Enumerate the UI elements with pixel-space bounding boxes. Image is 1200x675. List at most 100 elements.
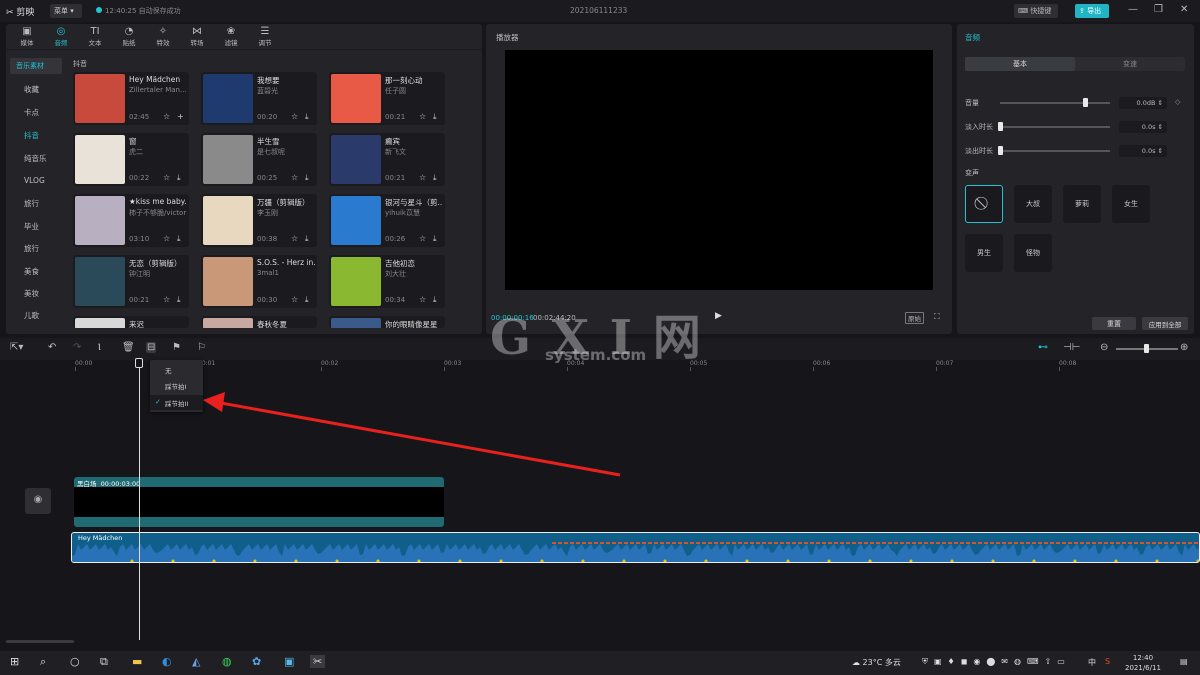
music-card[interactable]: 那一刻心动 任子圆 00:21 ☆ ⤓ bbox=[329, 72, 445, 125]
shortcut-button[interactable]: ⌨ 快捷键 bbox=[1014, 4, 1058, 18]
sidebar-item[interactable]: 音乐素材 bbox=[10, 58, 62, 74]
auto-beat-icon[interactable]: ⊟ bbox=[146, 342, 157, 353]
browser-icon[interactable]: ◐ bbox=[162, 655, 172, 668]
music-card[interactable]: 无恋（剪辑版） 钟江明 00:21 ☆ ⤓ bbox=[73, 255, 189, 308]
timeline-scrollbar[interactable] bbox=[6, 640, 74, 643]
undo-icon[interactable]: ↶ bbox=[48, 342, 56, 353]
app-icon[interactable]: ◭ bbox=[192, 655, 200, 668]
favorite-icon[interactable]: ☆ bbox=[419, 112, 426, 121]
voice-uncle-button[interactable]: 大叔 bbox=[1014, 185, 1052, 223]
image-app-icon[interactable]: ▣ bbox=[284, 655, 294, 668]
download-icon[interactable]: ⤓ bbox=[433, 112, 437, 122]
link-icon[interactable]: ⊣⊢ bbox=[1063, 342, 1080, 353]
download-icon[interactable]: ⤓ bbox=[177, 173, 181, 183]
music-card[interactable]: 万疆（剪辑版） 李玉刚 00:38 ☆ ⤓ bbox=[201, 194, 317, 247]
zoom-out-icon[interactable]: ⊖ bbox=[1100, 342, 1108, 353]
download-icon[interactable]: ⤓ bbox=[433, 173, 437, 183]
weather-widget[interactable]: ☁ 23°C 多云 bbox=[852, 657, 901, 668]
zoom-slider-knob[interactable] bbox=[1144, 344, 1149, 353]
sidebar-item[interactable]: 卡点 bbox=[10, 104, 62, 120]
download-icon[interactable]: ⤓ bbox=[433, 234, 437, 244]
tab-speed[interactable]: 变速 bbox=[1075, 57, 1185, 71]
reset-button[interactable]: 重置 bbox=[1092, 317, 1136, 330]
playhead-handle[interactable] bbox=[135, 358, 143, 368]
sidebar-item[interactable]: 儿歌 bbox=[10, 307, 62, 323]
download-icon[interactable]: ⤓ bbox=[177, 234, 181, 244]
paw-app-icon[interactable]: ✿ bbox=[252, 655, 261, 668]
redo-icon[interactable]: ↷ bbox=[73, 342, 81, 353]
tab-audio[interactable]: ◎ 音频 bbox=[44, 26, 78, 50]
ratio-button[interactable]: 原始 bbox=[905, 312, 924, 324]
sidebar-item[interactable]: 毕业 bbox=[10, 218, 62, 234]
volume-value[interactable]: 0.0dB ⇕ bbox=[1119, 97, 1167, 109]
download-icon[interactable]: ⤓ bbox=[305, 173, 309, 183]
audio-clip[interactable]: Hey Mädchen bbox=[71, 532, 1200, 563]
wechat-icon[interactable]: ◍ bbox=[222, 655, 232, 668]
voice-female-button[interactable]: 女生 bbox=[1112, 185, 1150, 223]
video-clip[interactable]: 黑白场 00:00:03:00 bbox=[74, 477, 444, 527]
download-icon[interactable]: ⤓ bbox=[177, 295, 181, 305]
download-icon[interactable]: ⤓ bbox=[305, 112, 309, 122]
tab-transition[interactable]: ⋈ 转场 bbox=[180, 26, 214, 50]
music-card[interactable]: 我想要 蓝碧光 00:20 ☆ ⤓ bbox=[201, 72, 317, 125]
fade-out-slider-knob[interactable] bbox=[998, 146, 1003, 155]
notification-icon[interactable]: ▤ bbox=[1180, 657, 1188, 666]
start-icon[interactable]: ⊞ bbox=[10, 655, 19, 668]
maximize-icon[interactable]: ❐ bbox=[1154, 4, 1163, 15]
menu-button[interactable]: 菜单 ▾ bbox=[50, 4, 82, 18]
add-icon[interactable]: + bbox=[177, 112, 184, 121]
fade-in-slider-knob[interactable] bbox=[998, 122, 1003, 131]
magnet-icon[interactable]: ⊷ bbox=[1038, 342, 1048, 353]
split-icon[interactable]: Ⲓ bbox=[98, 342, 101, 353]
favorite-icon[interactable]: ☆ bbox=[291, 234, 298, 243]
music-card[interactable]: 窗虎二 00:22 ☆ ⤓ bbox=[73, 133, 189, 186]
fade-in-value[interactable]: 0.0s ⇕ bbox=[1119, 121, 1167, 133]
favorite-icon[interactable]: ☆ bbox=[163, 112, 170, 121]
export-button[interactable]: ⇪ 导出 bbox=[1075, 4, 1109, 18]
download-icon[interactable]: ⤓ bbox=[433, 295, 437, 305]
playhead-line[interactable] bbox=[139, 360, 140, 640]
tab-sticker[interactable]: ◔ 贴纸 bbox=[112, 26, 146, 50]
sidebar-item[interactable]: 抖音 bbox=[10, 127, 62, 143]
minimize-icon[interactable]: — bbox=[1128, 4, 1138, 15]
jianying-taskbar-icon[interactable]: ✂ bbox=[310, 655, 326, 668]
sidebar-item[interactable]: 旅行 bbox=[10, 240, 62, 256]
favorite-icon[interactable]: ☆ bbox=[419, 295, 426, 304]
preview-screen[interactable] bbox=[505, 50, 933, 290]
beat-option-none[interactable]: 无 bbox=[150, 362, 203, 377]
sidebar-item[interactable]: VLOG bbox=[10, 173, 62, 189]
voice-monster-button[interactable]: 怪物 bbox=[1014, 234, 1052, 272]
music-card[interactable]: S.O.S. - Herz in... 3mal1 00:30 ☆ ⤓ bbox=[201, 255, 317, 308]
sidebar-item[interactable]: 美妆 bbox=[10, 285, 62, 301]
keyframe-icon[interactable]: ◇ bbox=[1175, 98, 1180, 106]
tab-basic[interactable]: 基本 bbox=[965, 57, 1075, 71]
tab-filter[interactable]: ❀ 滤镜 bbox=[214, 26, 248, 50]
sidebar-item[interactable]: 美食 bbox=[10, 263, 62, 279]
music-card[interactable]: 春秋冬夏 bbox=[201, 316, 317, 328]
tab-media[interactable]: ▣ 媒体 bbox=[10, 26, 44, 50]
favorite-icon[interactable]: ☆ bbox=[163, 173, 170, 182]
favorite-icon[interactable]: ☆ bbox=[163, 234, 170, 243]
close-icon[interactable]: ✕ bbox=[1180, 4, 1188, 15]
track-cover-button[interactable]: ◉ bbox=[25, 488, 51, 514]
system-clock[interactable]: 12:40 2021/6/11 bbox=[1125, 653, 1161, 673]
sogou-icon[interactable]: S bbox=[1105, 657, 1110, 666]
music-card[interactable]: 来迟 bbox=[73, 316, 189, 328]
music-card[interactable]: ★kiss me baby... 柿子不够脆/victor 03:10 ☆ ⤓ bbox=[73, 194, 189, 247]
voice-male-button[interactable]: 男生 bbox=[965, 234, 1003, 272]
voice-loli-button[interactable]: 萝莉 bbox=[1063, 185, 1101, 223]
add-marker-icon[interactable]: ⚑ bbox=[172, 342, 181, 353]
search-icon[interactable]: ⌕ bbox=[40, 655, 46, 669]
sidebar-item[interactable]: 收藏 bbox=[10, 81, 62, 97]
favorite-icon[interactable]: ☆ bbox=[419, 234, 426, 243]
clear-marker-icon[interactable]: ⚐ bbox=[197, 342, 206, 353]
volume-slider[interactable] bbox=[1000, 102, 1110, 104]
tab-text[interactable]: TI 文本 bbox=[78, 26, 112, 50]
zoom-in-icon[interactable]: ⊕ bbox=[1180, 342, 1188, 353]
music-card[interactable]: 半生雪 是七叔呢 00:25 ☆ ⤓ bbox=[201, 133, 317, 186]
volume-slider-knob[interactable] bbox=[1082, 98, 1088, 107]
play-icon[interactable]: ▶ bbox=[715, 311, 722, 321]
music-card[interactable]: Hey Mädchen Zillertaler Man... 02:45 ☆ + bbox=[73, 72, 189, 125]
music-card[interactable]: 吉他初恋 刘大壮 00:34 ☆ ⤓ bbox=[329, 255, 445, 308]
select-tool-icon[interactable]: ⇱▾ bbox=[10, 342, 23, 353]
